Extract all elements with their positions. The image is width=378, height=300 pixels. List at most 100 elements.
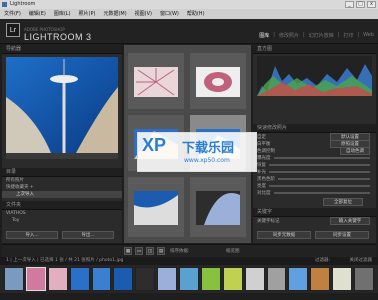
folder-volume[interactable]: VIATHOS	[2, 210, 122, 217]
grid-view-icon[interactable]: ▦	[124, 247, 132, 255]
thumbnail-6	[196, 191, 240, 225]
histogram	[257, 56, 372, 96]
exposure-slider[interactable]	[273, 156, 370, 159]
reset-all-button[interactable]: 全部复位	[323, 198, 363, 206]
app-icon	[2, 2, 7, 7]
blacks-row[interactable]: 黑色色阶	[253, 175, 376, 182]
filmstrip[interactable]	[0, 265, 378, 293]
thumbnail-size-label: 缩览图	[226, 249, 240, 254]
thumbnail-2	[196, 67, 240, 97]
film-thumb[interactable]	[157, 267, 177, 291]
module-print[interactable]: 打印	[343, 32, 353, 39]
menu-bar: 文件(F) 编辑(E) 图库(L) 照片(P) 元数据(M) 视图(V) 窗口(…	[0, 9, 378, 19]
watermark-logo: XP	[142, 135, 167, 155]
space-needle-preview	[6, 57, 118, 153]
brightness-row[interactable]: 亮度	[253, 182, 376, 189]
catalog-last-import[interactable]: 上次导入	[2, 191, 122, 198]
folders-header[interactable]: 文件夹	[2, 201, 122, 210]
tone-label: 色调控制	[257, 148, 275, 154]
loupe-view-icon[interactable]: ▭	[135, 247, 143, 255]
menu-view[interactable]: 视图(V)	[135, 9, 152, 19]
film-thumb[interactable]	[310, 267, 331, 291]
import-button[interactable]: 导入...	[6, 231, 58, 239]
contrast-row[interactable]: 对比度	[253, 189, 376, 196]
left-panel: 导航器 目录 所有照片 快捷收藏夹 + 上次导入 文件夹 VIATHOS Toy…	[2, 45, 122, 243]
fill-light-row[interactable]: 补光	[253, 168, 376, 175]
film-thumb[interactable]	[244, 267, 265, 291]
filter-dropdown[interactable]: 关闭过滤器	[350, 257, 373, 265]
film-thumb[interactable]	[47, 267, 68, 291]
film-thumb[interactable]	[69, 267, 90, 291]
catalog-header[interactable]: 目录	[2, 168, 122, 177]
right-panel: 直方图 快速修改照片 自定 默认设置 白平衡 原照设置 色调控制 自动色调 曝光…	[253, 45, 376, 243]
menu-file[interactable]: 文件(F)	[4, 9, 21, 19]
film-thumb-selected[interactable]	[25, 267, 46, 291]
film-thumb[interactable]	[266, 267, 287, 291]
maximize-button[interactable]: □	[356, 1, 365, 8]
sort-label: 排序依据:	[170, 249, 190, 254]
menu-library[interactable]: 图库(L)	[54, 9, 71, 19]
film-thumb[interactable]	[288, 267, 309, 291]
minimize-button[interactable]: _	[345, 1, 354, 8]
menu-window[interactable]: 窗口(W)	[160, 9, 179, 19]
histogram-graph	[257, 64, 372, 96]
folder-toy[interactable]: Toy	[2, 217, 122, 224]
menu-help[interactable]: 帮助(H)	[187, 9, 205, 19]
film-thumb[interactable]	[200, 267, 221, 291]
film-thumb[interactable]	[113, 267, 134, 291]
module-library[interactable]: 图库	[259, 32, 269, 39]
module-develop[interactable]: 修改照片	[279, 32, 299, 39]
contrast-slider[interactable]	[273, 191, 370, 194]
keyword-tags-row: 关键字标记 输入关键字	[253, 216, 376, 225]
film-thumb[interactable]	[332, 267, 352, 291]
exposure-label: 曝光度	[257, 155, 271, 161]
menu-photo[interactable]: 照片(P)	[79, 9, 96, 19]
keyword-tags-label: 关键字标记	[257, 218, 280, 224]
fill-light-slider[interactable]	[269, 170, 370, 173]
menu-metadata[interactable]: 元数据(M)	[103, 9, 126, 19]
navigator-header[interactable]: 导航器	[2, 45, 122, 54]
lightroom-logo: Lr	[6, 23, 20, 37]
auto-tone-button[interactable]: 自动色调	[340, 146, 370, 155]
survey-view-icon[interactable]: ▤	[157, 247, 165, 255]
film-thumb[interactable]	[91, 267, 112, 291]
thumbnail-5	[134, 191, 178, 225]
watermark-title: 下载乐园	[182, 141, 235, 156]
keyword-input[interactable]: 输入关键字	[330, 216, 370, 225]
catalog-quick-collection[interactable]: 快捷收藏夹 +	[2, 184, 122, 191]
exposure-row[interactable]: 曝光度	[253, 154, 376, 161]
blacks-label: 黑色色阶	[257, 176, 275, 182]
film-thumb[interactable]	[354, 267, 374, 291]
export-button[interactable]: 导出...	[62, 231, 114, 239]
module-slideshow[interactable]: 幻灯片放映	[309, 32, 334, 39]
film-thumb[interactable]	[4, 267, 24, 291]
tone-row: 色调控制 自动色调	[253, 146, 376, 155]
window-titlebar: Lightroom _ □ x	[0, 0, 378, 9]
menu-edit[interactable]: 编辑(E)	[29, 9, 46, 19]
recovery-slider[interactable]	[269, 163, 370, 166]
preset-label: 自定	[257, 134, 266, 140]
navigator-preview[interactable]	[6, 57, 118, 159]
contrast-label: 对比度	[257, 190, 271, 196]
module-web[interactable]: Web	[363, 32, 374, 39]
module-picker: 图库 | 修改照片 | 幻灯片放映 | 打印 | Web	[259, 32, 374, 39]
sync-settings-button[interactable]: 同步设置	[315, 231, 369, 239]
white-balance-label: 白平衡	[257, 141, 271, 147]
grid-toolbar: ▦ ▭ ◫ ▤ 排序依据: 缩览图	[2, 244, 376, 257]
sync-metadata-button[interactable]: 同步元数据	[257, 231, 311, 239]
watermark-overlay: XP 下载乐园 www.xp50.com	[137, 132, 257, 172]
recovery-row[interactable]: 恢复	[253, 161, 376, 168]
film-thumb[interactable]	[222, 267, 243, 291]
thumbnail-1	[134, 67, 178, 97]
blacks-slider[interactable]	[278, 177, 370, 180]
catalog-all-photos[interactable]: 所有照片	[2, 177, 122, 184]
filmstrip-source[interactable]: 1 | 上一次导入 | 已选择 1 张 / 共 21 张照片 / photo1.…	[6, 258, 123, 263]
histogram-header[interactable]: 直方图	[253, 45, 376, 54]
close-button[interactable]: x	[367, 1, 376, 8]
compare-view-icon[interactable]: ◫	[146, 247, 154, 255]
brightness-slider[interactable]	[269, 184, 370, 187]
film-thumb[interactable]	[179, 267, 199, 291]
product-name: LIGHTROOM 3	[24, 32, 92, 42]
filmstrip-bar: 1 | 上一次导入 | 已选择 1 张 / 共 21 张照片 / photo1.…	[0, 257, 378, 265]
film-thumb[interactable]	[135, 267, 156, 291]
